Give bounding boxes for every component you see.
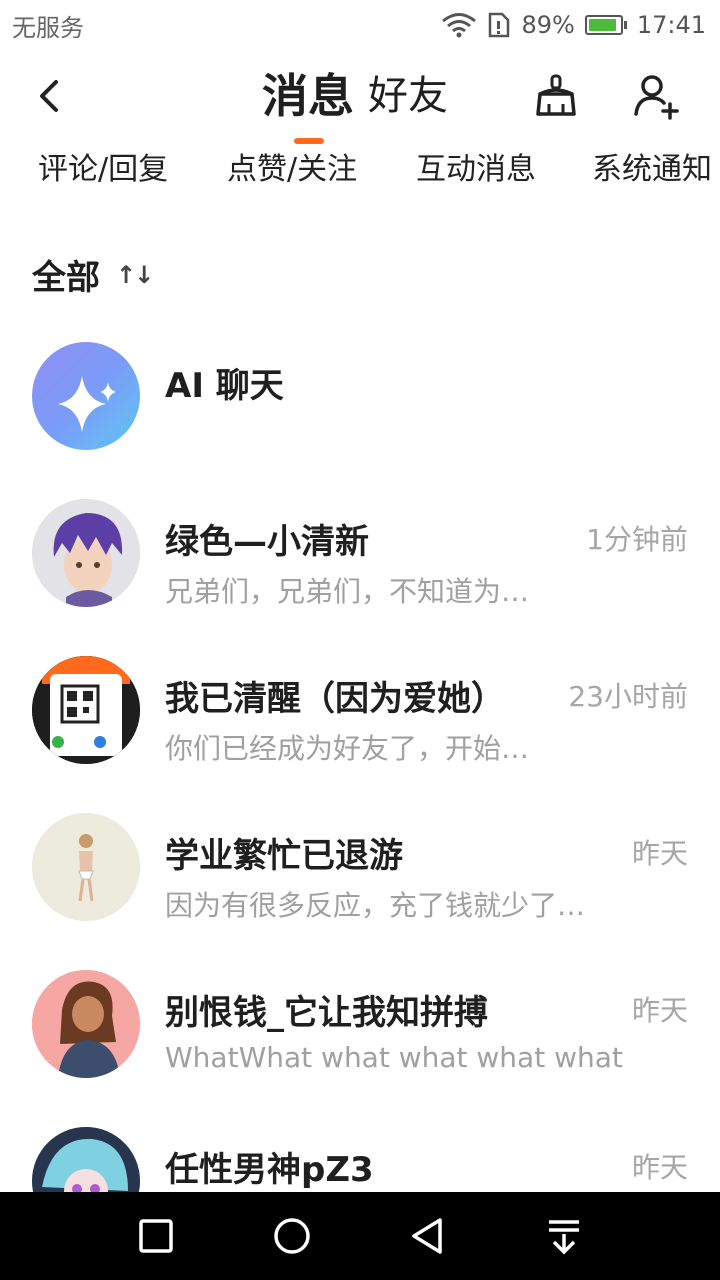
home-icon[interactable] [270, 1214, 314, 1258]
list-item[interactable]: 我已清醒（因为爱她） 23小时前 你们已经成为好友了，开始… [0, 637, 720, 787]
sort-icon[interactable]: ↑↓ [116, 261, 154, 289]
item-name: AI 聊天 [165, 366, 284, 406]
list-item[interactable]: 别恨钱_它让我知拼搏 昨天 WhatWhat what what what wh… [0, 951, 720, 1101]
category-interactions[interactable]: 互动消息 [416, 145, 536, 195]
item-time: 23小时前 [568, 680, 688, 713]
active-tab-indicator [294, 138, 324, 144]
avatar [32, 813, 140, 921]
add-user-icon [634, 75, 679, 120]
broom-icon [536, 74, 576, 116]
wifi-icon [442, 13, 477, 38]
anime-girl-avatar [32, 1127, 140, 1192]
item-preview: WhatWhat what what what what [165, 1041, 623, 1074]
item-time: 1分钟前 [586, 523, 688, 556]
avatar [32, 970, 140, 1078]
anime-boy-avatar [32, 499, 140, 607]
item-time: 昨天 [631, 837, 688, 870]
item-time: 昨天 [631, 1151, 688, 1184]
girl-avatar [32, 970, 140, 1078]
avatar [32, 1127, 140, 1192]
title-tabs: 消息 好友 [262, 66, 448, 126]
section-title: 全部 [32, 258, 100, 298]
item-name: 别恨钱_它让我知拼搏 [165, 993, 488, 1033]
list-item[interactable]: 任性男神pZ3 昨天 [0, 1108, 720, 1192]
carrier-text: 无服务 [12, 13, 84, 42]
figure-avatar [32, 813, 140, 921]
status-indicators: 89% 17:41 [441, 11, 706, 39]
clear-unread-button[interactable] [532, 72, 580, 120]
clock: 17:41 [636, 11, 706, 39]
avatar [32, 499, 140, 607]
recent-apps-icon[interactable] [134, 1214, 178, 1258]
battery-fill [588, 19, 616, 31]
notification-pulldown-icon[interactable] [542, 1214, 586, 1258]
item-name: 绿色—小清新 [165, 522, 369, 562]
item-preview: 因为有很多反应，充了钱就少了… [165, 889, 586, 922]
item-name: 我已清醒（因为爱她） [165, 679, 505, 719]
status-bar: 无服务 89% 17:41 [0, 0, 720, 50]
item-preview: 兄弟们，兄弟们，不知道为… [165, 575, 530, 608]
sim-alert-icon [489, 12, 510, 38]
category-likes[interactable]: 点赞/关注 [227, 145, 357, 195]
avatar [32, 656, 140, 764]
section-header: 全部 ↑↓ [32, 250, 154, 299]
back-button[interactable] [26, 70, 70, 122]
item-time: 昨天 [631, 994, 688, 1027]
tab-friends[interactable]: 好友 [368, 66, 448, 126]
navigation-bar [0, 1192, 720, 1280]
back-nav-icon[interactable] [406, 1214, 450, 1258]
item-name: 学业繁忙已退游 [165, 836, 403, 876]
battery-icon [584, 15, 627, 35]
category-system[interactable]: 系统通知 [592, 145, 712, 195]
add-friend-button[interactable] [632, 72, 680, 120]
chevron-left-icon [40, 80, 58, 112]
tab-messages[interactable]: 消息 [262, 66, 354, 126]
sparkle-icon [58, 376, 116, 432]
battery-percent: 89% [521, 11, 575, 39]
category-comments[interactable]: 评论/回复 [38, 145, 168, 195]
qr-card-avatar [32, 656, 140, 764]
list-item[interactable]: 学业繁忙已退游 昨天 因为有很多反应，充了钱就少了… [0, 794, 720, 944]
ai-avatar [32, 342, 140, 450]
list-item-ai-chat[interactable]: AI 聊天 [0, 322, 720, 472]
category-row: 评论/回复 点赞/关注 互动消息 系统通知 [0, 145, 720, 195]
item-preview: 你们已经成为好友了，开始… [165, 732, 530, 765]
header: 消息 好友 [0, 56, 720, 144]
list-item[interactable]: 绿色—小清新 1分钟前 兄弟们，兄弟们，不知道为… [0, 480, 720, 630]
item-name: 任性男神pZ3 [165, 1150, 374, 1190]
